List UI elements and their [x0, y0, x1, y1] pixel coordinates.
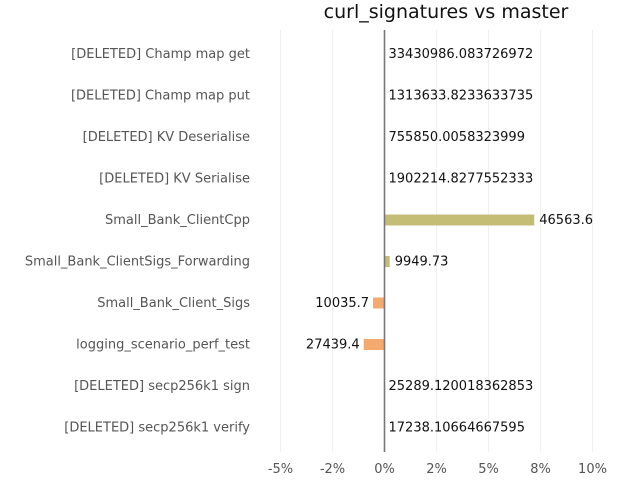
category-label: Small_Bank_ClientSigs_Forwarding: [25, 255, 250, 270]
category-label: [DELETED] secp256k1 sign: [74, 379, 250, 394]
x-tick-label: 8%: [530, 462, 551, 477]
data-label: 755850.0058323999: [389, 130, 525, 145]
bar: [363, 339, 385, 350]
x-tick-label: 2%: [426, 462, 447, 477]
x-tick-label: 10%: [578, 462, 607, 477]
x-tick-label: 0%: [374, 462, 395, 477]
chart: curl_signatures vs master -5% -2% 0% 2% 5% 8%…: [0, 0, 640, 480]
category-label: [DELETED] KV Deserialise: [83, 130, 250, 145]
bar: [384, 214, 535, 226]
data-label: 25289.120018362853: [389, 379, 534, 394]
data-label: 10035.7: [315, 296, 369, 311]
chart-plot-area: -5% -2% 0% 2% 5% 8% 10% [DELETED] Champ map get…: [25, 30, 607, 477]
data-label: 1902214.8277552333: [389, 172, 534, 187]
category-label: Small_Bank_Client_Sigs: [97, 296, 250, 311]
data-label: 27439.4: [306, 338, 360, 353]
data-label: 17238.10664667595: [389, 421, 525, 436]
category-label: [DELETED] secp256k1 verify: [64, 421, 250, 436]
category-label: [DELETED] Champ map get: [71, 47, 250, 62]
category-label: [DELETED] KV Serialise: [99, 172, 250, 187]
bar: [373, 297, 385, 309]
x-tick-label: -2%: [320, 462, 345, 477]
data-label: 9949.73: [395, 255, 449, 270]
category-label: logging_scenario_perf_test: [76, 338, 250, 353]
x-tick-label: -5%: [268, 462, 293, 477]
category-label: [DELETED] Champ map put: [71, 89, 250, 104]
chart-title: curl_signatures vs master: [323, 1, 569, 23]
data-label: 46563.6: [539, 213, 593, 228]
data-label: 1313633.8233633735: [389, 89, 534, 104]
category-label: Small_Bank_ClientCpp: [105, 213, 250, 228]
data-label: 33430986.083726972: [389, 47, 534, 62]
x-tick-label: 5%: [478, 462, 499, 477]
